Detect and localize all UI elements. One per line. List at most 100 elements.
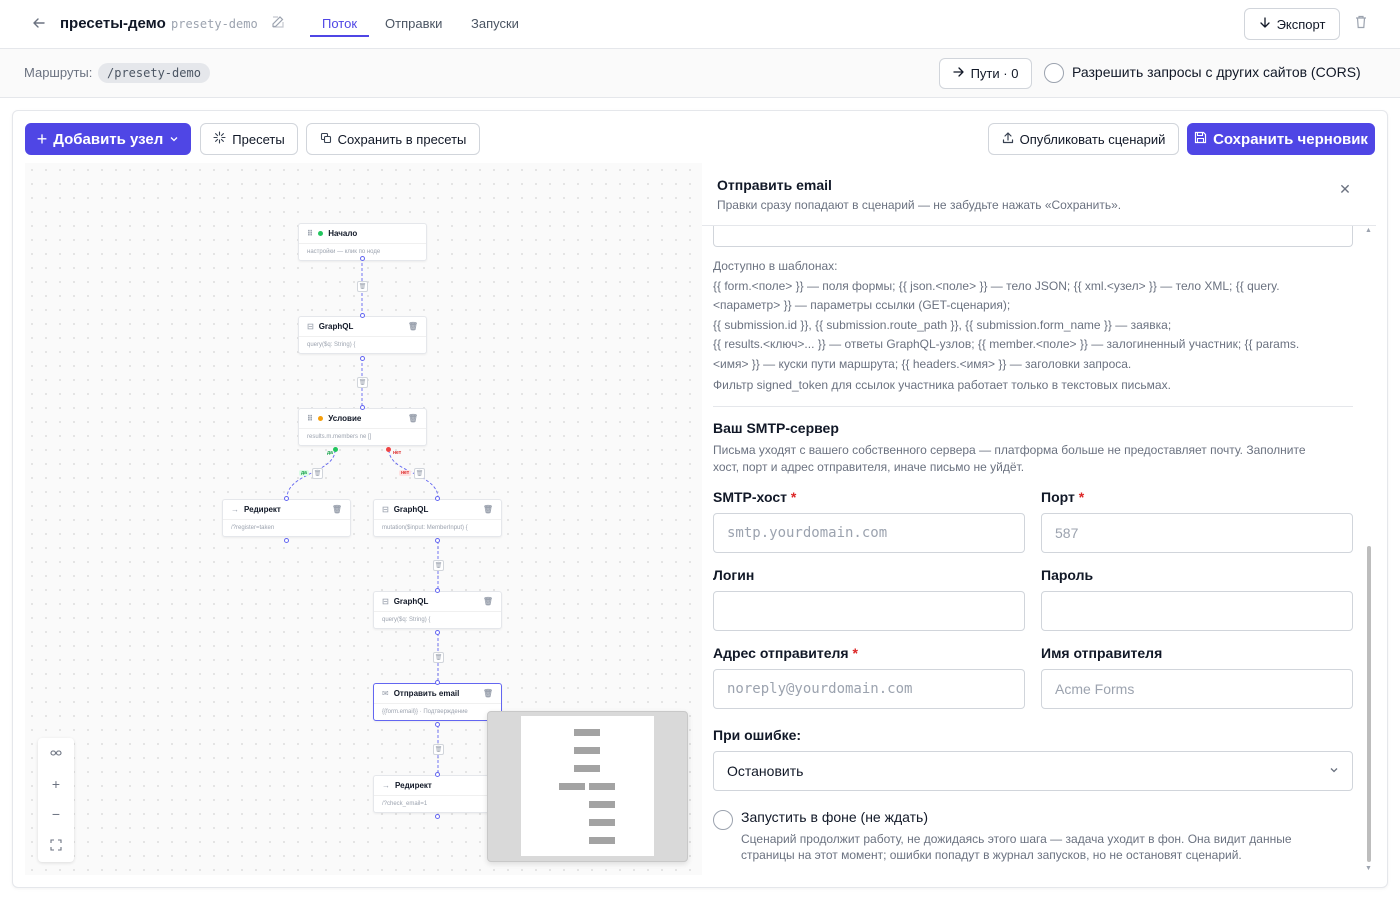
node-body: /?check_email=1 — [382, 801, 428, 807]
flow-node-redirect[interactable]: → Редирект /?check_email=1 — [373, 775, 502, 813]
scroll-down-arrow-icon[interactable]: ▼ — [1365, 865, 1372, 872]
run-in-background-checkbox[interactable] — [713, 810, 733, 830]
top-bar: пресеты-демо presety-demo Поток Отправки… — [0, 0, 1400, 49]
output-port-no[interactable] — [386, 447, 391, 452]
edit-pencil-icon[interactable] — [270, 14, 290, 34]
save-to-presets-button[interactable]: Сохранить в пресеты — [306, 123, 480, 155]
templates-available-note: Фильтр signed_token для ссылок участника… — [713, 378, 1171, 392]
on-error-value: Остановить — [727, 763, 804, 779]
arrow-right-icon — [952, 66, 965, 81]
input-port[interactable] — [435, 680, 440, 685]
input-port[interactable] — [435, 772, 440, 777]
output-port[interactable] — [360, 256, 365, 261]
edge-delete-icon[interactable]: 🗑 — [357, 377, 368, 388]
output-port[interactable] — [435, 630, 440, 635]
tab-flow[interactable]: Поток — [322, 16, 357, 31]
edge-delete-icon[interactable]: 🗑 — [357, 281, 368, 292]
output-port[interactable] — [284, 538, 289, 543]
email-body-textarea[interactable] — [713, 226, 1353, 247]
panel-header: Отправить email Правки сразу попадают в … — [702, 163, 1376, 226]
input-port[interactable] — [360, 405, 365, 410]
input-port[interactable] — [360, 313, 365, 318]
smtp-section-desc: хост, порт и адрес отправителя, иначе пи… — [713, 460, 1025, 474]
minimap-node — [589, 801, 615, 808]
fullscreen-icon[interactable] — [38, 830, 74, 860]
smtp-password-input[interactable] — [1041, 591, 1353, 631]
presets-button[interactable]: Пресеты — [200, 123, 298, 155]
node-delete-icon[interactable]: 🗑 — [332, 505, 342, 514]
drag-handle-icon[interactable]: ⠿ — [307, 229, 313, 238]
node-delete-icon[interactable]: 🗑 — [408, 322, 418, 331]
publish-button[interactable]: Опубликовать сценарий — [988, 123, 1179, 155]
export-button[interactable]: Экспорт — [1244, 8, 1340, 40]
export-label: Экспорт — [1276, 16, 1326, 32]
active-tab-indicator — [310, 35, 369, 37]
from-name-input[interactable] — [1041, 669, 1353, 709]
fit-link-icon[interactable] — [38, 738, 74, 768]
templates-available-line: {{ form.<поле> }} — поля формы; {{ json.… — [713, 279, 1280, 293]
node-title: GraphQL — [318, 322, 354, 331]
cors-checkbox[interactable] — [1044, 63, 1064, 83]
edge-delete-icon[interactable]: 🗑 — [414, 468, 425, 479]
edge-delete-icon[interactable]: 🗑 — [433, 560, 444, 571]
branch-yes-label: да — [299, 470, 309, 476]
output-port[interactable] — [435, 722, 440, 727]
minimap[interactable] — [487, 711, 688, 862]
plus-icon: + — [36, 128, 48, 149]
close-icon[interactable]: ✕ — [1336, 180, 1354, 198]
node-delete-icon[interactable]: 🗑 — [483, 597, 493, 606]
zoom-in-plus-icon[interactable]: + — [38, 769, 74, 799]
input-port[interactable] — [435, 588, 440, 593]
on-error-select[interactable]: Остановить — [713, 751, 1353, 791]
minimap-node — [574, 729, 600, 736]
save-draft-button[interactable]: Сохранить черновик — [1187, 123, 1375, 155]
smtp-port-input[interactable] — [1041, 513, 1353, 553]
edge-delete-icon[interactable]: 🗑 — [433, 744, 444, 755]
zoom-out-minus-icon[interactable]: − — [38, 799, 74, 829]
from-address-input[interactable] — [713, 669, 1025, 709]
smtp-password-label: Пароль — [1041, 567, 1094, 583]
smtp-host-label: SMTP-хост * — [713, 489, 797, 505]
node-delete-icon[interactable]: 🗑 — [483, 505, 493, 514]
minimap-node — [574, 765, 600, 772]
run-in-background-label: Запустить в фоне (не ждать) — [741, 809, 928, 825]
back-arrow-icon[interactable] — [28, 12, 50, 34]
input-port[interactable] — [435, 496, 440, 501]
minimap-node — [559, 783, 585, 790]
smtp-section-desc: Письма уходят с вашего собственного серв… — [713, 443, 1306, 457]
edge-delete-icon[interactable]: 🗑 — [312, 468, 323, 479]
input-port[interactable] — [284, 496, 289, 501]
flow-node-condition[interactable]: ⠿ Условие 🗑 results.m.members ne [] — [298, 408, 427, 446]
routes-bar: Маршруты: /presety-demo Пути · 0 Разреши… — [0, 49, 1400, 98]
paths-button[interactable]: Пути · 0 — [939, 58, 1032, 89]
route-chip[interactable]: /presety-demo — [98, 63, 210, 83]
output-port[interactable] — [360, 356, 365, 361]
edge-delete-icon[interactable]: 🗑 — [433, 652, 444, 663]
minimap-viewport — [521, 716, 654, 856]
output-port[interactable] — [435, 538, 440, 543]
smtp-login-input[interactable] — [713, 591, 1025, 631]
flow-node-graphql[interactable]: ⊟ GraphQL 🗑 query($q: String) { — [373, 591, 502, 629]
flow-node-redirect[interactable]: → Редирект 🗑 /?register=taken — [222, 499, 351, 537]
flow-node-send-email[interactable]: ✉ Отправить email 🗑 {{form.email}} · Под… — [373, 683, 502, 721]
delete-project-trash-icon[interactable] — [1353, 14, 1371, 32]
tab-submissions[interactable]: Отправки — [385, 16, 442, 31]
node-delete-icon[interactable]: 🗑 — [408, 414, 418, 423]
panel-scrollbar[interactable] — [1367, 546, 1371, 862]
add-node-button[interactable]: + Добавить узел — [25, 123, 191, 155]
node-delete-icon[interactable]: 🗑 — [483, 689, 493, 698]
node-header: ✉ Отправить email 🗑 — [374, 684, 501, 704]
output-port[interactable] — [435, 814, 440, 819]
panel-subtitle: Правки сразу попадают в сценарий — не за… — [717, 198, 1122, 212]
flow-node-graphql[interactable]: ⊟ GraphQL 🗑 mutation($input: MemberInput… — [373, 499, 502, 537]
output-port-yes[interactable] — [333, 447, 338, 452]
flow-node-graphql[interactable]: ⊟ GraphQL 🗑 query($q: String) { — [298, 316, 427, 354]
node-body: results.m.members ne [] — [307, 434, 372, 440]
project-title: пресеты-демо — [60, 15, 166, 32]
sparkle-icon — [213, 131, 226, 147]
tab-runs[interactable]: Запуски — [471, 16, 519, 31]
drag-handle-icon[interactable]: ⠿ — [307, 414, 313, 423]
scroll-up-arrow-icon[interactable]: ▲ — [1365, 227, 1372, 234]
smtp-section-title: Ваш SMTP-сервер — [713, 420, 839, 436]
smtp-host-input[interactable] — [713, 513, 1025, 553]
